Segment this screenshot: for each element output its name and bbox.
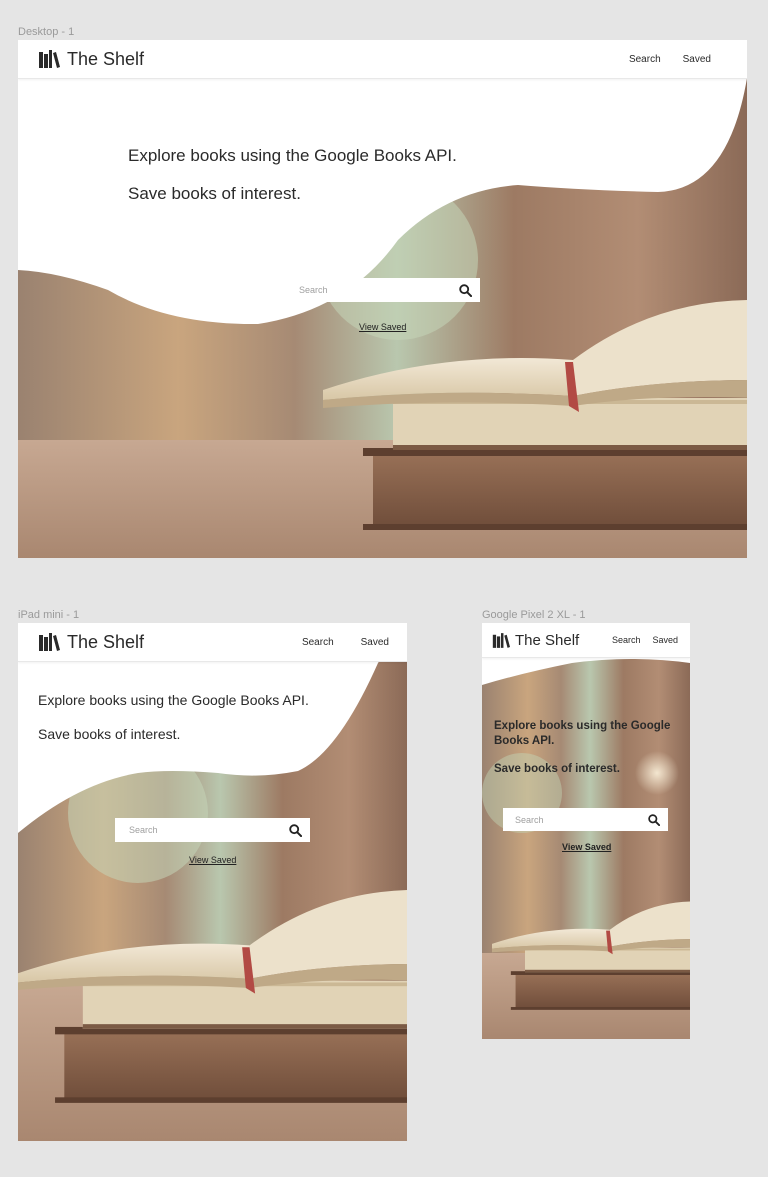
brand[interactable]: The Shelf bbox=[492, 632, 579, 649]
frame-label-ipad: iPad mini - 1 bbox=[18, 609, 80, 621]
search-icon[interactable] bbox=[459, 283, 472, 297]
hero-text: Explore books using the Google Books API… bbox=[494, 719, 679, 775]
bookshelf-icon bbox=[39, 633, 60, 651]
hero-line-1: Explore books using the Google Books API… bbox=[38, 692, 309, 708]
search-box bbox=[503, 808, 668, 831]
brand-title: The Shelf bbox=[515, 631, 580, 649]
search-input[interactable] bbox=[299, 285, 459, 295]
bookshelf-icon bbox=[39, 50, 60, 68]
search-icon[interactable] bbox=[648, 813, 660, 826]
hero-text: Explore books using the Google Books API… bbox=[38, 692, 309, 742]
brand-title: The Shelf bbox=[67, 631, 145, 652]
pixel-frame: The Shelf Search Saved Explore books usi… bbox=[482, 623, 690, 1039]
brand[interactable]: The Shelf bbox=[38, 632, 144, 653]
search-box bbox=[115, 818, 310, 842]
search-icon[interactable] bbox=[289, 823, 302, 837]
search-box bbox=[285, 278, 480, 302]
nav-saved-link[interactable]: Saved bbox=[361, 637, 389, 648]
navbar: The Shelf Search Saved bbox=[482, 623, 690, 658]
hero-line-2: Save books of interest. bbox=[494, 763, 620, 775]
brand-title: The Shelf bbox=[67, 48, 145, 69]
frame-label-pixel: Google Pixel 2 XL - 1 bbox=[482, 609, 586, 621]
nav-saved-link[interactable]: Saved bbox=[683, 54, 711, 65]
nav-saved-link[interactable]: Saved bbox=[652, 635, 678, 645]
view-saved-link[interactable]: View Saved bbox=[189, 855, 236, 865]
hero-line-1: Explore books using the Google Books API… bbox=[494, 720, 671, 747]
view-saved-link[interactable]: View Saved bbox=[562, 842, 611, 852]
nav-search-link[interactable]: Search bbox=[612, 635, 641, 645]
navbar: The Shelf Search Saved bbox=[18, 623, 407, 662]
hero-line-1: Explore books using the Google Books API… bbox=[128, 146, 457, 165]
hero-text: Explore books using the Google Books API… bbox=[128, 146, 457, 204]
hero-line-2: Save books of interest. bbox=[128, 184, 301, 203]
search-input[interactable] bbox=[515, 814, 648, 825]
nav-search-link[interactable]: Search bbox=[302, 637, 334, 648]
bookshelf-icon bbox=[492, 632, 510, 648]
hero-line-2: Save books of interest. bbox=[38, 726, 181, 742]
search-input[interactable] bbox=[129, 825, 289, 835]
nav-search-link[interactable]: Search bbox=[629, 54, 661, 65]
frame-label-desktop: Desktop - 1 bbox=[18, 26, 75, 38]
desktop-frame: The Shelf Search Saved Explore books usi… bbox=[18, 40, 747, 558]
ipad-frame: The Shelf Search Saved Explore books usi… bbox=[18, 623, 407, 1141]
hero-background-image bbox=[482, 623, 690, 1039]
navbar: The Shelf Search Saved bbox=[18, 40, 747, 79]
brand[interactable]: The Shelf bbox=[38, 49, 144, 70]
view-saved-link[interactable]: View Saved bbox=[359, 322, 406, 332]
